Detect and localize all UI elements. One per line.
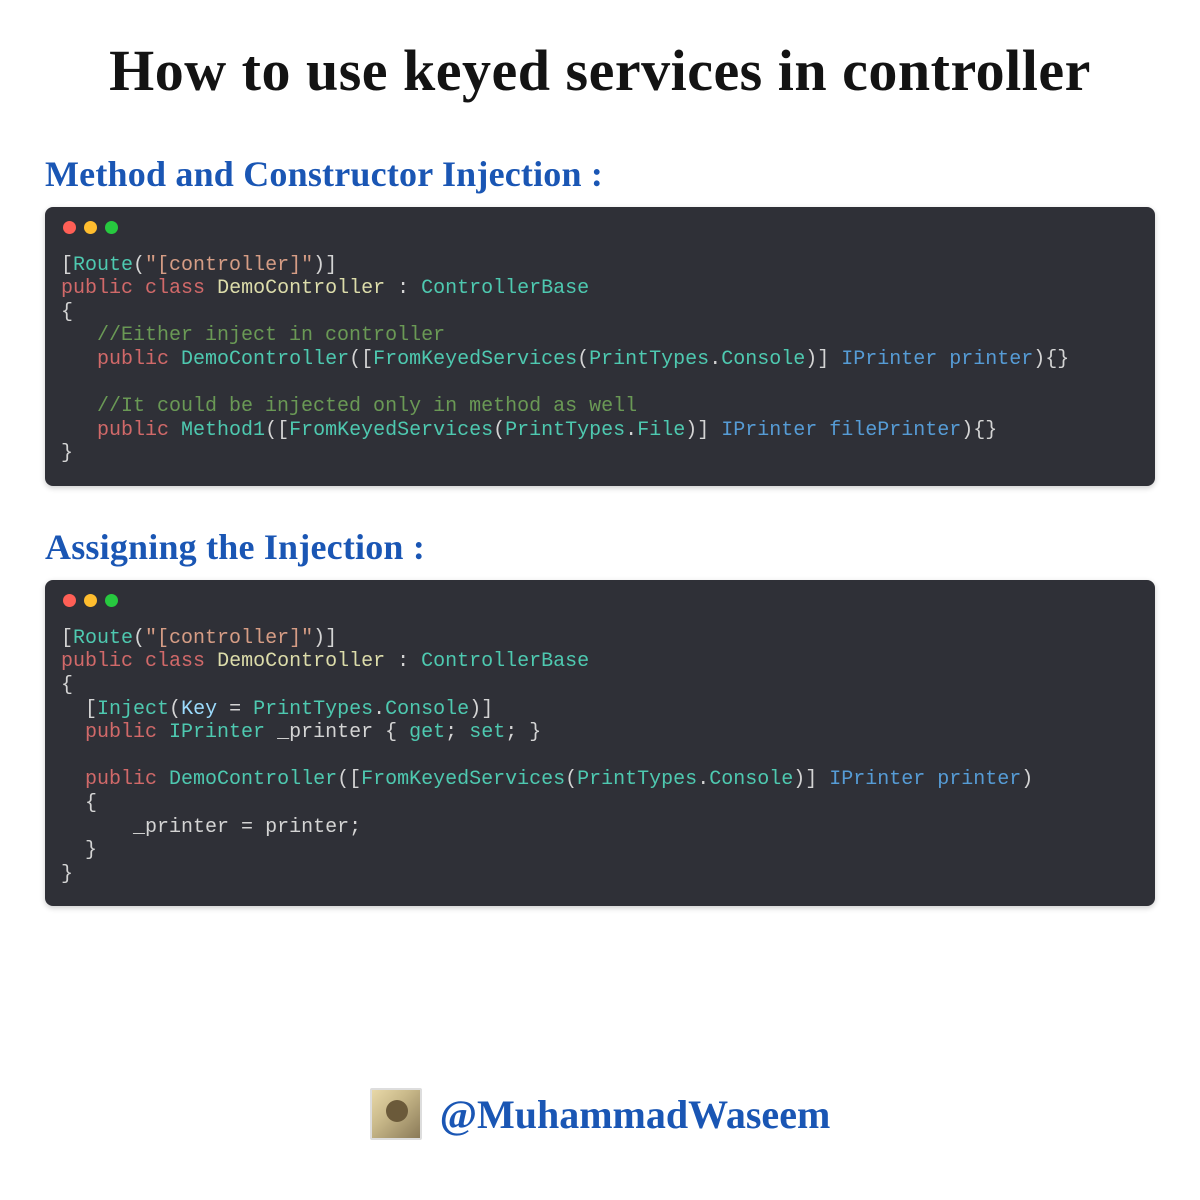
avatar [370,1088,422,1140]
dot-minimize-icon [84,221,97,234]
footer: @MuhammadWaseem [0,1088,1200,1140]
section-title-1: Method and Constructor Injection : [45,153,1155,195]
dot-close-icon [63,594,76,607]
dot-zoom-icon [105,221,118,234]
code-block-2: [Route("[controller]")] public class Dem… [45,580,1155,907]
page-title: How to use keyed services in controller [45,35,1155,108]
dot-zoom-icon [105,594,118,607]
code-content-1: [Route("[controller]")] public class Dem… [61,254,1139,466]
mac-window-dots [61,221,1139,234]
code-content-2: [Route("[controller]")] public class Dem… [61,627,1139,887]
section-title-2: Assigning the Injection : [45,526,1155,568]
mac-window-dots [61,594,1139,607]
code-block-1: [Route("[controller]")] public class Dem… [45,207,1155,486]
author-handle: @MuhammadWaseem [440,1091,831,1138]
dot-minimize-icon [84,594,97,607]
dot-close-icon [63,221,76,234]
